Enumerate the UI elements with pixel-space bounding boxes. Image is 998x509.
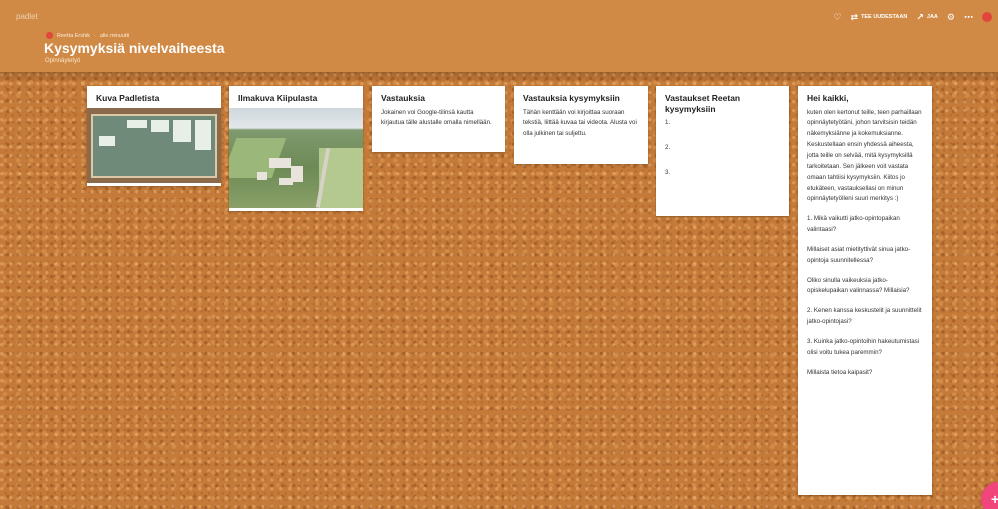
post-card-vastauksia-kysymyksiin[interactable]: Vastauksia kysymyksiin Tähän kenttään vo…: [514, 86, 648, 164]
meta-separator: ·: [94, 32, 96, 39]
toolbar: ♡ ⇄ TEE UUDESTAAN ↗ JAA ⚙ ⋯: [833, 12, 992, 22]
photo-building: [279, 177, 293, 185]
post-body: kuten olen kertonut teille, teen parhail…: [798, 108, 932, 387]
photo-note: [99, 135, 115, 146]
post-paragraph: kuten olen kertonut teille, teen parhail…: [807, 108, 922, 203]
author-name: Reetta Ershik: [57, 32, 91, 39]
post-title: Vastauksia: [381, 93, 425, 103]
share-label: JAA: [926, 14, 938, 20]
photo-building: [269, 157, 291, 168]
more-icon: ⋯: [964, 11, 973, 22]
remake-icon: ⇄: [850, 11, 858, 22]
answer-item: 1.: [665, 119, 671, 127]
post-paragraph: 2. Kenen kanssa keskustelit ja suunnitte…: [807, 307, 922, 326]
post-body: Jokainen voi Google-tilinsä kautta kirja…: [381, 108, 492, 127]
like-button[interactable]: ♡: [833, 11, 842, 22]
answer-item: 3.: [665, 169, 671, 177]
more-button[interactable]: ⋯: [964, 11, 973, 22]
author-meta: Reetta Ershik · alle minuutti: [46, 32, 129, 39]
post-card-vastauksia[interactable]: Vastauksia Jokainen voi Google-tilinsä k…: [372, 86, 505, 152]
page-title: Kysymyksiä nivelvaiheesta: [44, 40, 225, 56]
aerial-photo[interactable]: [229, 107, 363, 208]
author-avatar[interactable]: [46, 32, 53, 39]
post-body: Tähän kenttään voi kirjoittaa suoraan te…: [523, 108, 637, 138]
photo-building: [257, 171, 267, 180]
share-icon: ↗: [916, 11, 924, 22]
photo-note: [127, 119, 147, 128]
post-card-hei-kaikki[interactable]: Hei kaikki, kuten olen kertonut teille, …: [798, 86, 932, 495]
post-card-padlet-image[interactable]: Kuva Padletista: [87, 86, 221, 186]
post-card-vastaukset-reetan[interactable]: Vastaukset Reetan kysymyksiin 1. 2. 3.: [656, 86, 789, 216]
post-paragraph: Millaiset asiat mietityttivät sinua jatk…: [807, 245, 911, 264]
post-paragraph: Millaista tietoa kaipasit?: [807, 368, 873, 376]
post-paragraph: 3. Kuinka jatko-opintoihin hakeutumistas…: [807, 337, 920, 356]
modified-time: alle minuutti: [99, 32, 130, 39]
padlet-header: padlet Reetta Ershik · alle minuutti Kys…: [0, 0, 998, 72]
user-avatar[interactable]: [982, 12, 992, 22]
heart-icon: ♡: [833, 11, 842, 22]
gear-icon: ⚙: [946, 11, 955, 22]
share-button[interactable]: ↗ JAA: [916, 11, 938, 22]
post-title: Hei kaikki,: [807, 93, 849, 103]
padlet-logo[interactable]: padlet: [16, 12, 38, 21]
post-title: Vastaukset Reetan kysymyksiin: [665, 93, 741, 114]
remake-label: TEE UUDESTAAN: [861, 14, 908, 20]
padlet-window: padlet Reetta Ershik · alle minuutti Kys…: [0, 0, 998, 509]
photo-note: [195, 119, 211, 150]
post-title: Vastauksia kysymyksiin: [523, 93, 620, 103]
post-card-aerial-image[interactable]: Ilmakuva Kiipulasta: [229, 86, 363, 211]
post-body: 1. 2. 3.: [656, 118, 789, 186]
photo-note: [151, 119, 169, 132]
post-paragraph: 1. Mikä vaikutti jatko-opintopaikan vali…: [807, 215, 900, 234]
settings-button[interactable]: ⚙: [946, 11, 955, 22]
board-shadow: [0, 72, 998, 82]
page-subtitle: Opinnäytetyö: [45, 58, 81, 64]
post-title: Kuva Padletista: [96, 93, 160, 103]
padlet-photo[interactable]: [87, 107, 221, 183]
remake-button[interactable]: ⇄ TEE UUDESTAAN: [850, 11, 908, 22]
answer-item: 2.: [665, 144, 671, 152]
photo-note: [173, 119, 191, 142]
post-paragraph: Oliko sinulla vaikeuksia jatko-opiskelup…: [807, 276, 910, 295]
post-title: Ilmakuva Kiipulasta: [238, 93, 318, 103]
